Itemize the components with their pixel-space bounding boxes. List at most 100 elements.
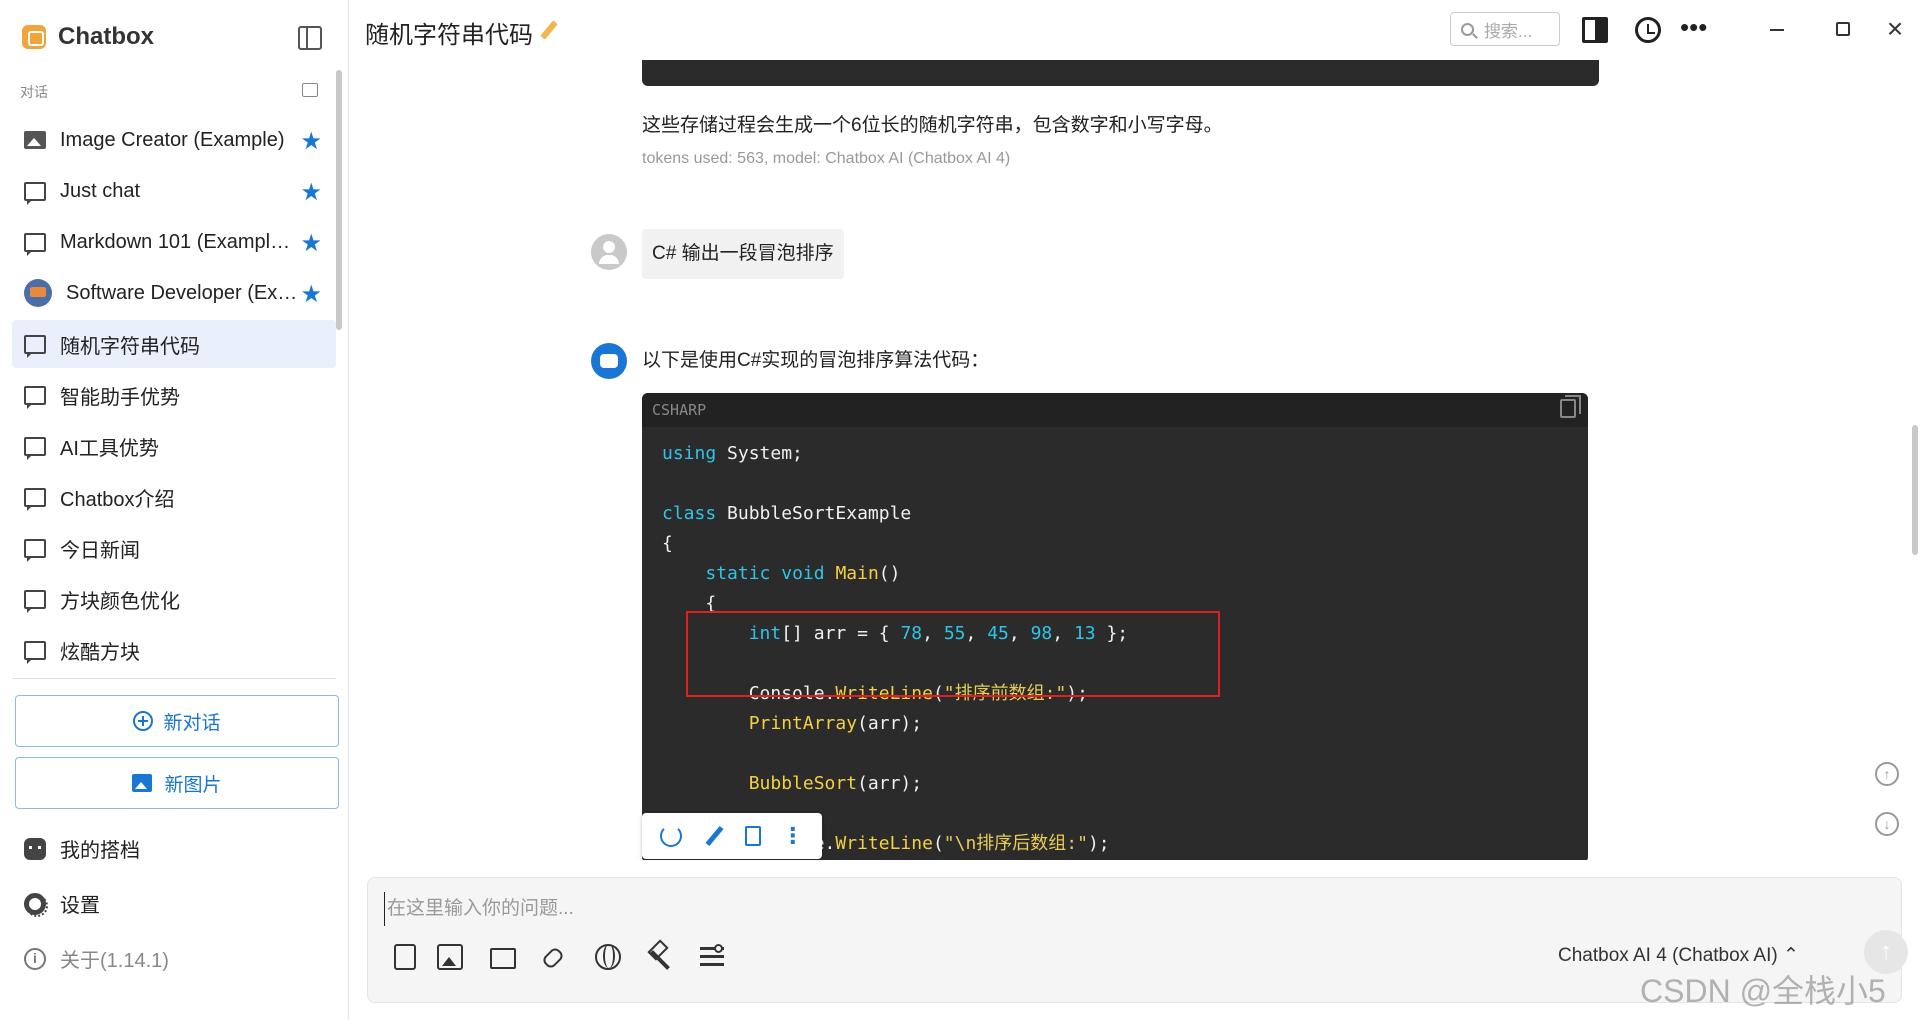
conversation-label: 炫酷方块 (60, 641, 140, 664)
conversation-item[interactable]: Markdown 101 (Exampl… ★ (12, 218, 336, 266)
conversation-label: 今日新闻 (60, 539, 140, 562)
regenerate-icon[interactable] (660, 825, 683, 847)
conversation-item[interactable]: AI工具优势 (12, 422, 336, 470)
new-image-label: 新图片 (164, 774, 222, 796)
star-icon[interactable]: ★ (300, 178, 322, 207)
conversation-item[interactable]: Software Developer (Ex… ★ (12, 269, 336, 317)
conversation-item[interactable]: 智能助手优势 (12, 371, 336, 419)
chat-bubble-icon (24, 589, 46, 613)
new-image-button[interactable]: 新图片 (15, 757, 339, 809)
conversation-item[interactable]: 方块颜色优化 (12, 575, 336, 623)
my-partners-label: 我的搭档 (60, 840, 140, 862)
maximize-window-icon[interactable] (1836, 22, 1850, 36)
star-icon[interactable]: ★ (300, 280, 322, 309)
web-search-globe-icon[interactable] (595, 944, 621, 970)
star-icon[interactable]: ★ (300, 229, 322, 258)
settings-sliders-icon[interactable] (700, 944, 726, 970)
more-options-icon[interactable]: ••• (1680, 14, 1707, 43)
previous-code-block (642, 60, 1599, 86)
close-window-icon[interactable]: × (1880, 14, 1910, 44)
link-icon[interactable] (543, 944, 569, 970)
more-vertical-icon[interactable]: ⋮ (782, 825, 804, 847)
conversation-label: Chatbox介绍 (60, 488, 175, 511)
chat-bubble-icon (24, 232, 46, 256)
conversation-item[interactable]: Chatbox介绍 (12, 473, 336, 521)
add-image-icon (132, 774, 153, 792)
conversation-item[interactable]: 炫酷方块 (12, 626, 336, 674)
robot-icon (24, 837, 46, 860)
search-input[interactable]: 搜索... (1450, 12, 1560, 46)
model-selector[interactable]: Chatbox AI 4 (Chatbox AI) ⌃ (1558, 944, 1799, 967)
chat-bubble-icon (24, 385, 46, 409)
info-icon (24, 947, 46, 970)
copy-icon[interactable] (745, 826, 762, 846)
new-chat-label: 新对话 (163, 712, 221, 734)
tools-hammer-icon[interactable] (647, 944, 673, 970)
chat-bubble-icon (24, 334, 46, 358)
conversation-label: Markdown 101 (Exampl… (60, 230, 291, 253)
sidebar: Chatbox 对话 Image Creator (Example) ★ Just … (0, 0, 349, 1020)
scroll-down-icon[interactable]: ↓ (1875, 812, 1899, 836)
code-line: PrintArray(arr); (748, 713, 923, 734)
user-message: C# 输出一段冒泡排序 (642, 229, 844, 279)
history-icon[interactable] (1635, 17, 1661, 43)
user-avatar (591, 234, 627, 270)
chatbox-logo-icon (22, 25, 46, 49)
page-title: 随机字符串代码 (365, 22, 533, 49)
folder-icon[interactable] (490, 948, 516, 969)
sidebar-scrollbar[interactable] (336, 70, 342, 330)
archive-icon[interactable] (302, 83, 318, 97)
about-link[interactable]: 关于(1.14.1) (24, 944, 169, 973)
message-input[interactable] (384, 892, 1864, 926)
copy-code-icon[interactable] (1560, 395, 1581, 418)
conversation-label: 方块颜色优化 (60, 590, 180, 613)
edit-title-icon[interactable] (540, 20, 558, 40)
attach-image-icon[interactable] (437, 944, 463, 970)
highlight-annotation-box (686, 611, 1220, 697)
search-icon (1461, 22, 1474, 36)
chat-bubble-icon (24, 487, 46, 511)
conversation-item[interactable]: 今日新闻 (12, 524, 336, 572)
conversation-item[interactable]: Just chat ★ (12, 167, 336, 215)
conversation-label: AI工具优势 (60, 437, 159, 460)
brand: Chatbox (22, 22, 154, 52)
chat-bubble-icon (24, 436, 46, 460)
chat-scrollbar[interactable] (1912, 425, 1918, 555)
add-circle-icon (133, 711, 154, 731)
code-line: class BubbleSortExample (662, 503, 912, 524)
conversation-label: 智能助手优势 (60, 386, 180, 409)
scroll-up-icon[interactable]: ↑ (1875, 762, 1899, 786)
chat-area: 这些存储过程会生成一个6位长的随机字符串，包含数字和小写字母。 tokens u… (350, 60, 1920, 860)
conversation-list: Image Creator (Example) ★ Just chat ★ Markdo… (12, 116, 336, 674)
settings-link[interactable]: 设置 (24, 889, 100, 918)
my-partners-link[interactable]: 我的搭档 (24, 834, 140, 863)
chat-bubble-icon (24, 181, 46, 205)
conversation-label: Just chat (60, 179, 141, 202)
section-label: 对话 (20, 84, 48, 100)
search-placeholder: 搜索... (1484, 21, 1533, 41)
bot-intro-text: 以下是使用C#实现的冒泡排序算法代码： (642, 350, 990, 371)
new-chat-button[interactable]: 新对话 (15, 695, 339, 747)
code-line: static void Main() (705, 563, 901, 584)
collapse-sidebar-icon[interactable] (298, 26, 322, 50)
image-icon (24, 131, 46, 149)
conversation-item[interactable]: 随机字符串代码 (12, 320, 336, 368)
star-icon[interactable]: ★ (300, 127, 322, 156)
previous-reply-meta: tokens used: 563, model: Chatbox AI (Cha… (642, 150, 1011, 167)
watermark: CSDN @全栈小5 (1640, 973, 1886, 1009)
toggle-panel-icon[interactable] (1582, 17, 1608, 43)
message-toolbar: ⋮ (642, 813, 822, 859)
conversation-item[interactable]: Image Creator (Example) ★ (12, 116, 336, 164)
conversation-label: 随机字符串代码 (60, 335, 200, 358)
developer-avatar-icon (24, 279, 52, 307)
code-line: { (662, 533, 673, 554)
code-line: using System; (662, 443, 803, 464)
app-window: Chatbox 对话 Image Creator (Example) ★ Just … (0, 0, 1920, 1020)
app-name: Chatbox (58, 23, 154, 50)
about-label: 关于(1.14.1) (60, 950, 169, 972)
chat-bubble-icon (24, 640, 46, 664)
minimize-window-icon[interactable] (1770, 29, 1784, 31)
edit-icon[interactable] (703, 825, 725, 847)
attach-file-icon[interactable] (394, 944, 416, 970)
